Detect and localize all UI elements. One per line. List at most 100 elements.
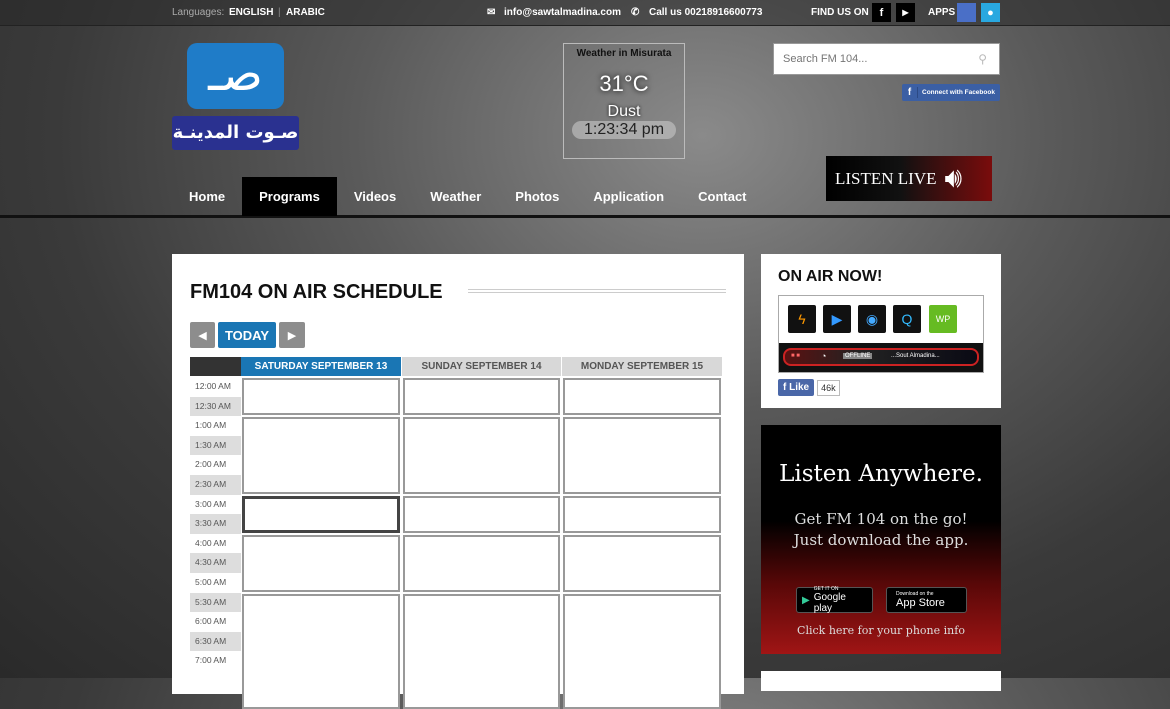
time-slot: 6:30 AM [190,631,241,652]
logo-mark: صـ [187,43,284,109]
mail-icon: ✉ [487,7,496,18]
google-play-icon: ▶ [802,594,810,606]
speaker-icon: 🔊︎ [944,162,963,194]
apple-icon[interactable] [957,3,976,22]
time-slot: 4:30 AM [190,553,241,573]
nav-photos[interactable]: Photos [498,177,576,216]
app-store-label: App Store [896,597,945,609]
like-button[interactable]: f Like [778,379,815,396]
time-slot: 6:00 AM [195,616,227,627]
nav-application[interactable]: Application [576,177,681,216]
today-button[interactable]: TODAY [218,322,276,348]
program-slot[interactable] [242,417,400,494]
weather-time: 1:23:34 pm [572,121,676,139]
listen-live-label: LISTEN LIVE [835,168,937,188]
prev-button[interactable]: ◀ [190,322,215,348]
nav-contact[interactable]: Contact [681,177,763,216]
phone-icon: ✆ [631,7,640,18]
nav-videos[interactable]: Videos [337,177,413,216]
volume-knob-icon[interactable]: ◔ [821,351,826,361]
schedule-panel: FM104 ON AIR SCHEDULE ◀ TODAY ▶ 12:00 AM… [172,254,744,709]
google-play-label: Google play [813,592,846,614]
find-us-label: FIND US ON [811,7,869,18]
email-link[interactable]: info@sawtalmadina.com [504,7,621,18]
program-slot[interactable] [403,495,560,533]
day-header[interactable]: SATURDAY SEPTEMBER 13 [241,357,401,376]
time-slot: 5:00 AM [195,576,227,587]
like-count: 46k [817,379,840,396]
facebook-like[interactable]: f Like 46k [778,379,840,396]
sidebar-panel [761,671,1001,691]
connect-facebook-label: Connect with Facebook [922,89,995,96]
program-slot[interactable] [563,534,721,592]
time-slot: 3:00 AM [195,498,227,509]
time-slot: 12:00 AM [195,381,231,391]
nav-weather[interactable]: Weather [413,177,498,216]
app-ad-banner[interactable]: Listen Anywhere. Get FM 104 on the go! Ju… [761,425,1001,654]
realplayer-icon[interactable]: ◉ [858,305,886,333]
lang-arabic-link[interactable]: ARABIC [286,7,325,18]
divider: | [278,7,281,18]
on-air-title: ON AIR NOW! [778,268,883,285]
program-slot[interactable] [242,593,400,709]
on-air-panel: ON AIR NOW! ϟ ▶ ◉ Q WP ■ ■ ◔ OFFLINE ...… [761,254,1001,408]
app-store-button[interactable]: Download on the App Store [886,587,967,613]
program-slot[interactable] [403,534,560,592]
weather-title: Weather in Misurata [576,48,672,59]
program-slot[interactable] [403,417,560,494]
program-slot[interactable] [242,495,400,533]
program-slot[interactable] [403,593,560,709]
android-icon[interactable]: ● [981,3,1000,22]
time-slot: 1:30 AM [190,435,241,456]
main-nav: Home Programs Videos Weather Photos Applicati… [172,177,764,216]
time-header [190,357,241,376]
time-column: 12:00 AM 12:30 AM 1:00 AM 1:30 AM 2:00 AM 2:3… [190,377,241,671]
station-name: ...Sout Almadina... [891,353,940,359]
lang-english-link[interactable]: ENGLISH [229,7,273,18]
apps-label: APPS [928,7,956,18]
languages-label: Languages: [172,7,225,18]
wp-icon[interactable]: WP [929,305,957,333]
time-slot: 7:00 AM [195,655,227,666]
program-slot[interactable] [403,378,560,416]
next-button[interactable]: ▶ [279,322,305,348]
windows-media-icon[interactable]: ▶ [823,305,851,333]
listen-live-button[interactable]: LISTEN LIVE 🔊︎ [826,156,992,201]
search-input[interactable] [774,44,964,74]
time-slot: 4:00 AM [195,537,227,548]
connect-facebook-button[interactable]: f Connect with Facebook [902,84,1000,101]
program-slot[interactable] [563,417,721,494]
quicktime-icon[interactable]: Q [893,305,921,333]
program-slot[interactable] [242,534,400,592]
youtube-icon[interactable]: ▶ [896,3,915,22]
time-slot: 2:30 AM [190,474,241,495]
logo[interactable]: صـ صـوت المدينـة [172,43,299,150]
nav-home[interactable]: Home [172,177,242,216]
time-slot: 3:30 AM [190,514,241,534]
play-stop-buttons[interactable]: ■ ■ [791,353,800,359]
program-slot[interactable] [563,593,721,709]
time-slot: 12:30 AM [190,396,241,417]
ad-line-2: Just download the app. [793,531,969,549]
nav-programs[interactable]: Programs [242,177,337,216]
weather-widget: Weather in Misurata 31°C Dust 1:23:34 pm [563,43,685,159]
search-icon[interactable]: ⚲ [978,52,987,66]
day-header[interactable]: MONDAY SEPTEMBER 15 [562,357,722,376]
google-play-button[interactable]: ▶ GET IT ON Google play [796,586,873,614]
like-label: Like [789,382,810,393]
search-box: ⚲ [773,43,1000,75]
program-slot[interactable] [242,378,400,416]
page-title: FM104 ON AIR SCHEDULE [190,281,443,303]
weather-condition: Dust [607,103,641,120]
program-slot[interactable] [563,495,721,533]
day-header[interactable]: SUNDAY SEPTEMBER 14 [402,357,561,376]
phone-text: Call us 00218916600773 [649,7,763,18]
facebook-icon: f [902,87,918,98]
time-slot: 2:00 AM [195,459,227,470]
winamp-icon[interactable]: ϟ [788,305,816,333]
status-badge: OFFLINE [843,353,873,359]
program-slot[interactable] [563,378,721,416]
facebook-icon[interactable]: f [872,3,891,22]
phone-info-link[interactable]: Click here for your phone info [761,624,1001,637]
time-slot: 1:00 AM [195,420,227,431]
